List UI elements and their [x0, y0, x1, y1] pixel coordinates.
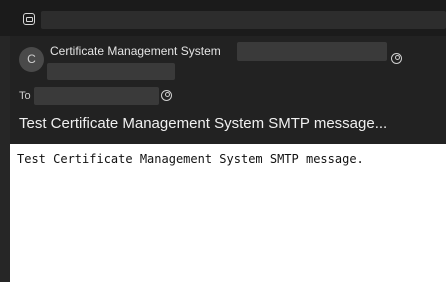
contact-card-icon[interactable] [391, 53, 402, 64]
mail-window-icon [23, 13, 35, 25]
recipient-contact-icon[interactable] [161, 90, 172, 101]
message-body[interactable]: Test Certificate Management System SMTP … [10, 144, 446, 282]
redacted-recipient [34, 87, 159, 105]
redacted-sender-email [237, 42, 387, 61]
redacted-title [41, 11, 446, 29]
to-label: To [19, 90, 31, 102]
left-strip [0, 36, 10, 282]
message-subject: Test Certificate Management System SMTP … [19, 115, 388, 132]
redacted-sender-extra [47, 63, 175, 80]
title-bar [0, 0, 446, 36]
message-body-text: Test Certificate Management System SMTP … [17, 152, 364, 166]
sender-name[interactable]: Certificate Management System [50, 44, 221, 58]
sender-avatar[interactable]: C [19, 47, 44, 72]
